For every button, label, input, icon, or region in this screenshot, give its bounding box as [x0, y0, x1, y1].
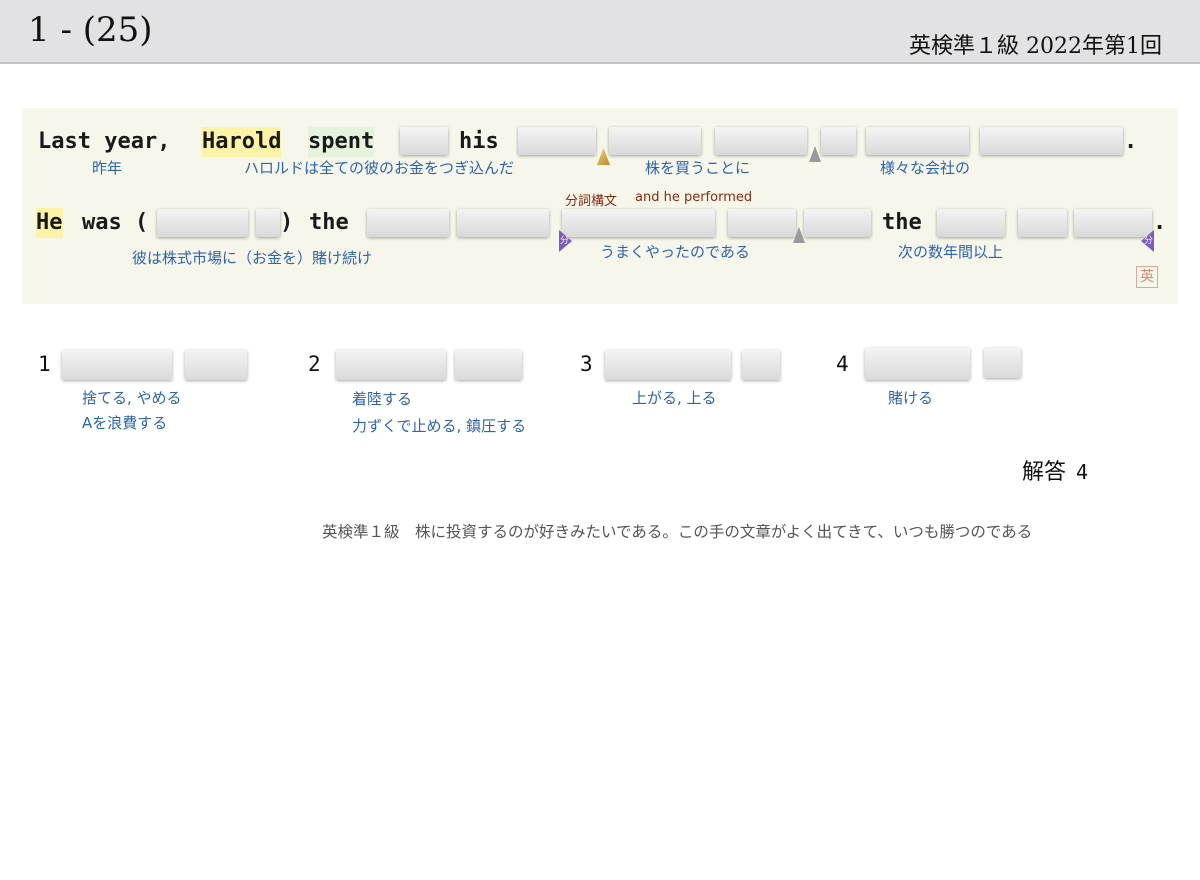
option-2-gloss: 着陸する	[352, 390, 413, 408]
option-2-masked-word	[455, 350, 522, 380]
masked-word	[157, 209, 248, 237]
masked-word	[562, 209, 715, 237]
gloss-was-betting: 彼は株式市場に（お金を）賭け続け	[132, 249, 373, 267]
word-spent: spent	[308, 127, 375, 157]
question-number: 1 - (25)	[28, 10, 153, 50]
masked-word	[518, 127, 596, 155]
option-3-masked-word	[605, 350, 731, 380]
masked-word	[980, 127, 1123, 155]
answer-value: 4	[1076, 460, 1089, 484]
gloss-various-companies: 様々な会社の	[880, 159, 971, 177]
masked-word	[937, 209, 1005, 237]
option-1-masked-word	[62, 350, 172, 380]
split-marker-icon	[809, 146, 821, 162]
stamp-seal-icon: 英	[1136, 266, 1158, 288]
option-2-gloss: 力ずくで止める, 鎮圧する	[352, 417, 527, 435]
masked-word	[400, 127, 448, 155]
split-marker-icon	[793, 227, 805, 243]
masked-word	[609, 127, 701, 155]
option-1-masked-word	[185, 350, 247, 380]
option-2-masked-word	[336, 350, 446, 380]
masked-word	[866, 127, 969, 155]
exam-title: 英検準１級 2022年第1回	[909, 34, 1162, 59]
header-bar: 1 - (25) 英検準１級 2022年第1回	[0, 0, 1200, 64]
option-2-number: 2	[308, 352, 321, 376]
word-was: was (	[82, 210, 149, 235]
option-3-masked-word	[742, 350, 780, 380]
masked-word	[457, 209, 549, 237]
answer: 解答 4	[1022, 454, 1088, 486]
period-line1: .	[1124, 129, 1138, 154]
word-harold: Harold	[202, 127, 282, 157]
option-1-gloss: 捨てる, やめる	[82, 389, 182, 407]
close-paren: )	[280, 210, 294, 235]
word-last-year: Last year,	[38, 129, 171, 154]
gloss-next-years: 次の数年間以上	[898, 243, 1004, 261]
gloss-did-well: うまくやったのである	[600, 243, 750, 261]
commentary-text: 英検準１級 株に投資するのが好きみたいである。この手の文章がよく出てきて、いつも…	[322, 523, 1033, 541]
option-3-gloss: 上がる, 上る	[632, 389, 717, 407]
word-the-1: the	[309, 210, 349, 235]
option-4-masked-word	[865, 348, 970, 380]
masked-word	[715, 127, 807, 155]
option-4-number: 4	[836, 352, 849, 376]
option-4-gloss: 賭ける	[888, 389, 934, 407]
masked-word	[256, 209, 280, 237]
word-he: He	[36, 208, 63, 238]
gloss-buying-stock: 株を買うことに	[645, 159, 751, 177]
masked-word	[1074, 209, 1152, 237]
masked-word	[728, 209, 796, 237]
masked-word	[821, 127, 856, 155]
word-the-2: the	[882, 210, 922, 235]
option-4-masked-word	[984, 348, 1021, 378]
masked-word	[804, 209, 871, 237]
option-3-number: 3	[580, 352, 593, 376]
option-1-number: 1	[38, 352, 51, 376]
note-participle: 分詞構文	[565, 194, 618, 209]
period-line2: .	[1153, 210, 1167, 235]
answer-label: 解答	[1022, 460, 1067, 485]
note-and-he-performed: and he performed	[635, 190, 753, 205]
gloss-harold-spent: ハロルドは全ての彼のお金をつぎ込んだ	[244, 159, 515, 177]
gloss-last-year: 昨年	[92, 159, 123, 177]
masked-word	[367, 209, 449, 237]
word-his: his	[459, 129, 499, 154]
option-1-gloss: Aを浪費する	[82, 414, 168, 432]
masked-word	[1018, 209, 1067, 237]
